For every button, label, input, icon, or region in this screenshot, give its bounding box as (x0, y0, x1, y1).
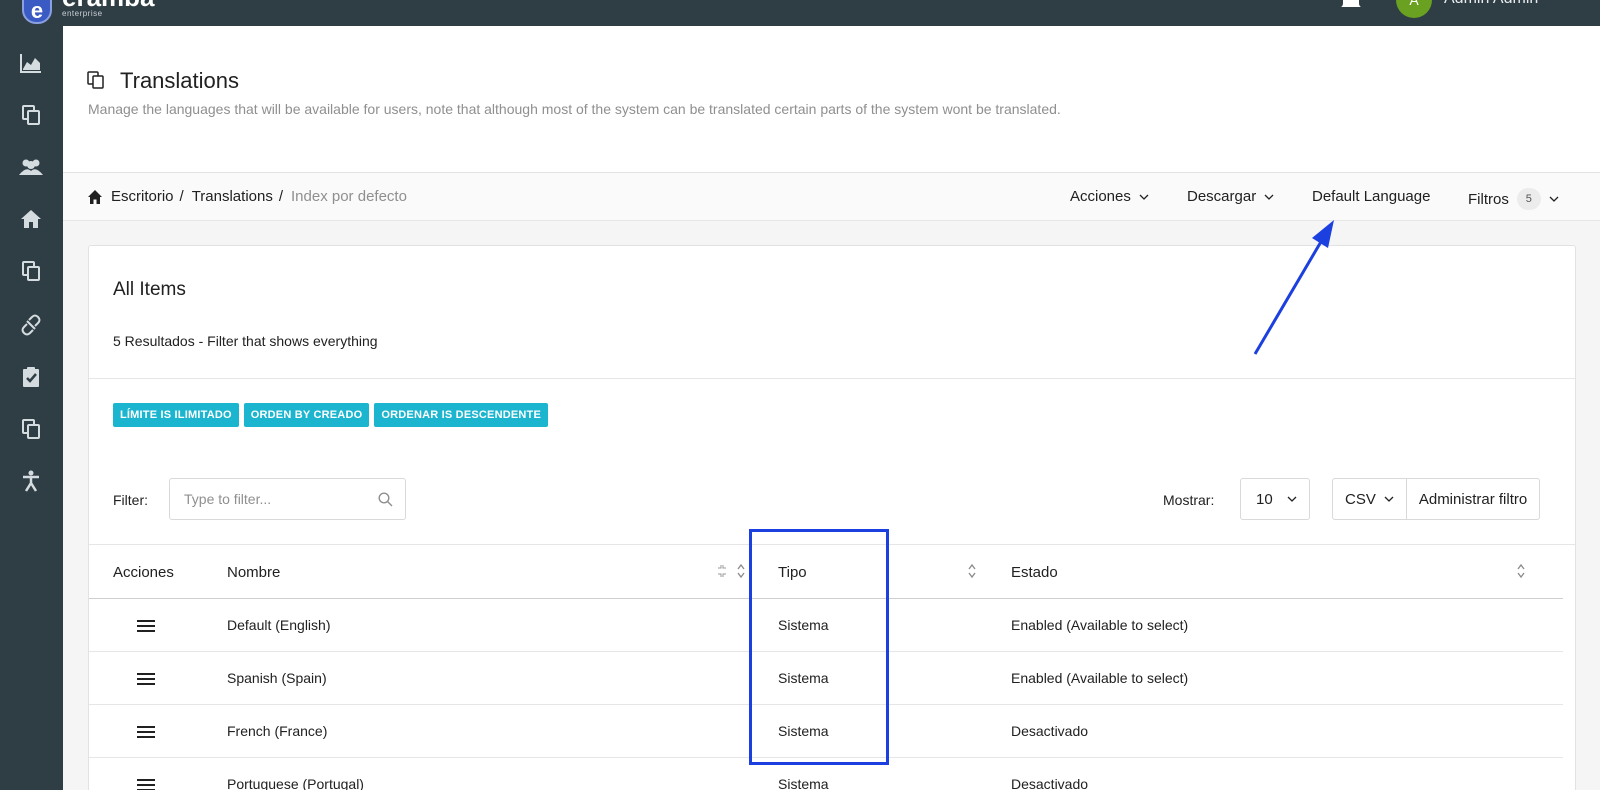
translations-copy-icon (87, 71, 104, 89)
annotation-arrow-icon (1253, 220, 1334, 355)
broken-link-icon[interactable] (18, 312, 44, 338)
export-button-group: CSV Administrar filtro (1332, 478, 1541, 520)
users-icon[interactable] (18, 154, 44, 180)
row-estado: Enabled (Available to select) (1011, 670, 1189, 686)
row-actions-menu-icon[interactable] (137, 672, 155, 686)
avatar[interactable]: A (1396, 0, 1432, 18)
search-icon[interactable] (378, 492, 393, 507)
logo-subtitle: enterprise (62, 9, 103, 18)
filter-input[interactable] (184, 491, 364, 507)
default-language-button[interactable]: Default Language (1312, 188, 1430, 205)
row-nombre: Default (English) (227, 617, 331, 633)
sort-icon[interactable] (736, 562, 746, 580)
column-header-acciones: Acciones (113, 564, 174, 581)
chevron-down-icon (1139, 194, 1149, 200)
row-estado: Enabled (Available to select) (1011, 617, 1189, 633)
chevron-down-icon (1384, 496, 1394, 502)
page-description: Manage the languages that will be availa… (88, 101, 1061, 117)
page-header: Translations Manage the languages that w… (63, 26, 1600, 173)
row-estado: Desactivado (1011, 776, 1089, 790)
filter-count-badge: 5 (1516, 188, 1541, 210)
tag-order-direction[interactable]: ORDENAR IS DESCENDENTE (374, 403, 549, 427)
breadcrumb-escritorio[interactable]: Escritorio (111, 188, 174, 205)
home-icon[interactable] (87, 189, 103, 205)
sidebar (0, 26, 63, 790)
page-size-label: Mostrar: (1163, 492, 1215, 508)
descargar-dropdown[interactable]: Descargar (1187, 188, 1274, 205)
card-title: All Items (113, 279, 186, 300)
clipboard-check-icon[interactable] (18, 364, 44, 390)
accessibility-icon[interactable] (18, 468, 44, 494)
home-icon[interactable] (18, 206, 44, 232)
row-nombre: Portuguese (Portugal) (227, 776, 364, 790)
filtros-dropdown[interactable]: Filtros 5 (1468, 188, 1559, 210)
breadcrumb-bar: Escritorio / Translations / Index por de… (63, 173, 1600, 221)
manage-filter-button[interactable]: Administrar filtro (1405, 479, 1539, 519)
page-size-select[interactable]: 10 (1240, 478, 1310, 520)
chevron-down-icon (1287, 496, 1297, 502)
logo-shield-icon: e (22, 0, 52, 24)
row-actions-menu-icon[interactable] (137, 619, 155, 633)
breadcrumb-translations[interactable]: Translations (192, 188, 273, 205)
breadcrumb-current: Index por defecto (291, 188, 407, 205)
results-summary: 5 Resultados - Filter that shows everyth… (113, 333, 378, 349)
row-actions-menu-icon[interactable] (137, 725, 155, 739)
column-header-nombre[interactable]: Nombre (227, 564, 280, 581)
row-nombre: French (France) (227, 723, 328, 739)
chevron-down-icon (1549, 196, 1559, 202)
tag-limit[interactable]: LÍMITE IS ILIMITADO (113, 403, 239, 427)
chevron-down-icon (1264, 194, 1274, 200)
csv-dropdown[interactable]: CSV (1333, 479, 1406, 519)
acciones-dropdown[interactable]: Acciones (1070, 188, 1149, 205)
column-resize-icon[interactable] (717, 562, 727, 580)
sort-icon[interactable] (1516, 562, 1526, 580)
bell-icon[interactable] (1340, 0, 1362, 10)
page-title: Translations (120, 68, 240, 93)
tag-order-by[interactable]: ORDEN BY CREADO (243, 403, 370, 427)
copy-icon[interactable] (18, 102, 44, 128)
row-actions-menu-icon[interactable] (137, 778, 155, 790)
row-nombre: Spanish (Spain) (227, 670, 327, 686)
dashboard-chart-icon[interactable] (18, 50, 44, 76)
eramba-logo[interactable]: e eramba enterprise (22, 0, 172, 24)
row-tipo: Sistema (778, 776, 829, 790)
filter-box (169, 478, 406, 520)
filter-label: Filter: (113, 492, 148, 508)
tipo-column-highlight (749, 529, 889, 765)
row-estado: Desactivado (1011, 723, 1089, 739)
documents-icon[interactable] (18, 258, 44, 284)
column-header-estado[interactable]: Estado (1011, 564, 1058, 581)
breadcrumb: Escritorio / Translations / Index por de… (87, 188, 407, 205)
files-icon[interactable] (18, 416, 44, 442)
sort-icon[interactable] (967, 562, 977, 580)
active-filter-tags: LÍMITE IS ILIMITADO ORDEN BY CREADO ORDE… (113, 403, 549, 427)
top-bar: e eramba enterprise A Admin Admin (0, 0, 1600, 26)
user-name[interactable]: Admin Admin (1444, 0, 1538, 8)
